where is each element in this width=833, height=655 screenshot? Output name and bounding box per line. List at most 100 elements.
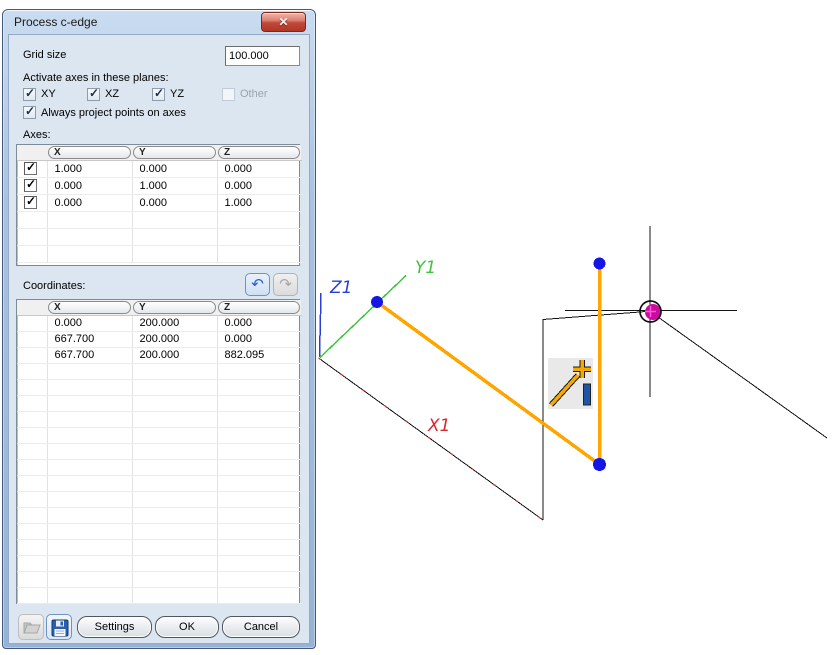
empty-table-row (17, 475, 302, 492)
axes-header-z[interactable]: Z (217, 145, 301, 161)
empty-table-row (17, 395, 302, 412)
table-row: ✓ 0.000 0.000 1.000 (17, 194, 302, 212)
table-cell[interactable]: 0.000 (47, 194, 133, 212)
axis-row-checkbox[interactable]: ✓ (17, 177, 48, 195)
surface-edge-top (542, 311, 647, 320)
planes-label: Activate axes in these planes: (23, 72, 169, 84)
close-icon: ✕ (278, 15, 289, 29)
redo-icon: ↷ (279, 276, 292, 293)
settings-button[interactable]: Settings (77, 616, 152, 638)
axes-header-y[interactable]: Y (132, 145, 217, 161)
cancel-button[interactable]: Cancel (222, 616, 300, 638)
ok-button[interactable]: OK (155, 616, 219, 638)
empty-table-row (17, 245, 302, 263)
checkbox-xz[interactable]: ✓ (87, 86, 100, 101)
empty-table-row (17, 507, 302, 524)
grid-size-input[interactable] (225, 46, 300, 66)
sketch-point[interactable] (593, 458, 606, 471)
table-cell[interactable]: 0.000 (132, 194, 218, 212)
empty-table-row (17, 211, 302, 229)
grid-size-label: Grid size (23, 49, 67, 61)
table-cell[interactable]: 200.000 (132, 315, 218, 332)
open-file-icon (23, 622, 41, 634)
table-cell[interactable]: 667.700 (47, 347, 133, 364)
table-cell[interactable]: 0.000 (47, 177, 133, 195)
table-row: ✓ 1.000 0.000 0.000 (17, 160, 302, 178)
coordinates-section-label: Coordinates: (23, 280, 86, 292)
z1-axis-label: Z1 (329, 278, 352, 298)
empty-table-row (17, 363, 302, 380)
dialog-client-area: Grid size Activate axes in these planes:… (8, 34, 310, 644)
axes-header-select (17, 145, 47, 161)
checkbox-yz[interactable]: ✓ (152, 86, 165, 101)
snap-indicator-icon (548, 358, 593, 409)
table-row: ✓ 0.000 1.000 0.000 (17, 177, 302, 195)
coordinates-header-row: X Y Z (17, 300, 301, 316)
table-row: 667.700 200.000 882.095 (17, 347, 302, 364)
table-cell[interactable]: 0.000 (217, 160, 302, 178)
table-row: 0.000 200.000 0.000 (17, 315, 302, 332)
empty-table-row (17, 523, 302, 540)
axes-header-row: X Y Z (17, 145, 301, 161)
undo-icon: ↶ (251, 276, 264, 293)
empty-table-row (17, 555, 302, 572)
axes-header-x[interactable]: X (47, 145, 132, 161)
coordinates-header-select (17, 300, 47, 316)
window-title: Process c-edge (14, 15, 98, 29)
save-icon (51, 619, 69, 637)
checkbox-xy[interactable]: ✓ (23, 86, 36, 101)
sketch-point[interactable] (593, 257, 606, 270)
empty-table-row (17, 539, 302, 556)
empty-table-row (17, 411, 302, 428)
coordinates-header-x[interactable]: X (47, 300, 132, 316)
coordinates-header-y[interactable]: Y (132, 300, 217, 316)
undo-button[interactable]: ↶ (245, 273, 270, 296)
table-cell[interactable]: 882.095 (217, 347, 302, 364)
close-button[interactable]: ✕ (261, 12, 306, 32)
checkbox-xz-label: XZ (105, 88, 120, 100)
table-cell[interactable]: 200.000 (132, 331, 218, 348)
y1-axis-label: Y1 (415, 258, 436, 278)
checkbox-other-label: Other (240, 88, 268, 100)
checkbox-project-points[interactable]: ✓ (23, 104, 36, 119)
check-icon: ✓ (25, 86, 36, 100)
z1-axis (318, 292, 322, 358)
table-cell[interactable]: 1.000 (47, 160, 133, 178)
axis-row-checkbox[interactable]: ✓ (17, 194, 48, 212)
empty-table-row (17, 427, 302, 444)
open-button (18, 614, 44, 640)
checkbox-project-points-label: Always project points on axes (41, 107, 186, 119)
process-c-edge-dialog: Process c-edge ✕ Grid size Activate axes… (2, 9, 316, 649)
titlebar[interactable]: Process c-edge ✕ (3, 10, 315, 34)
table-cell[interactable]: 0.000 (217, 331, 302, 348)
sketch-point[interactable] (371, 296, 383, 308)
check-icon: ✓ (25, 104, 36, 118)
empty-table-row (17, 228, 302, 246)
x1-axis-label: X1 (427, 416, 450, 436)
table-cell[interactable]: 1.000 (217, 194, 302, 212)
table-cell[interactable]: 0.000 (217, 315, 302, 332)
cursor-ray (650, 311, 828, 439)
save-button[interactable] (46, 614, 72, 640)
check-icon: ✓ (154, 86, 165, 100)
checkbox-other (222, 88, 235, 101)
table-cell[interactable]: 200.000 (132, 347, 218, 364)
table-row: 667.700 200.000 0.000 (17, 331, 302, 348)
empty-table-row (17, 571, 302, 588)
table-cell[interactable]: 667.700 (47, 331, 133, 348)
coordinates-header-z[interactable]: Z (217, 300, 301, 316)
checkbox-yz-label: YZ (170, 88, 185, 100)
table-cell[interactable]: 0.000 (132, 160, 218, 178)
empty-table-row (17, 443, 302, 460)
table-cell[interactable]: 0.000 (217, 177, 302, 195)
axes-table: X Y Z ✓ 1.000 0.000 0.000 ✓ 0.000 1.000 … (16, 144, 302, 266)
coordinates-table: X Y Z 0.000 200.000 0.000 667.700 200.00… (16, 299, 302, 604)
empty-table-row (17, 379, 302, 396)
checkbox-xy-label: XY (41, 88, 56, 100)
axis-row-checkbox[interactable]: ✓ (17, 160, 48, 178)
redo-button: ↷ (273, 273, 298, 296)
table-cell[interactable]: 1.000 (132, 177, 218, 195)
empty-table-row (17, 459, 302, 476)
empty-table-row (17, 491, 302, 508)
table-cell[interactable]: 0.000 (47, 315, 133, 332)
